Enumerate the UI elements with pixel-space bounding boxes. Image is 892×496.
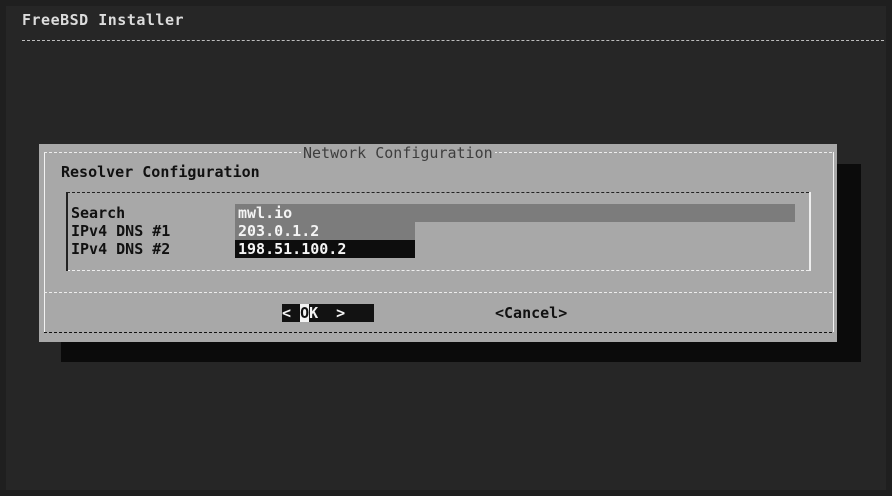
ok-button-left: < xyxy=(282,304,301,322)
form-left-border xyxy=(66,192,68,271)
form-right-border xyxy=(809,192,811,271)
dns2-field[interactable]: 198.51.100.2 xyxy=(235,240,415,258)
dns1-field[interactable]: 203.0.1.2 xyxy=(235,222,415,240)
search-label: Search xyxy=(71,204,126,222)
ok-button-rest: K > xyxy=(309,304,346,322)
dialog-title: Network Configuration xyxy=(301,144,495,162)
dns2-label: IPv4 DNS #2 xyxy=(71,240,171,258)
ok-button[interactable]: < OK > xyxy=(282,304,374,322)
search-field[interactable]: mwl.io xyxy=(235,204,795,222)
title-rule xyxy=(22,40,884,41)
form-top-border xyxy=(67,192,809,193)
form-bottom-border xyxy=(67,270,809,271)
dialog-bottom-border xyxy=(44,332,832,333)
cancel-button[interactable]: <Cancel> xyxy=(495,304,567,322)
app-title: FreeBSD Installer xyxy=(22,11,185,29)
ok-hotkey: O xyxy=(300,304,310,322)
dialog-subtitle: Resolver Configuration xyxy=(61,163,260,181)
network-config-dialog: Network Configuration Resolver Configura… xyxy=(39,144,837,342)
button-separator xyxy=(44,292,832,293)
dns1-label: IPv4 DNS #1 xyxy=(71,222,171,240)
